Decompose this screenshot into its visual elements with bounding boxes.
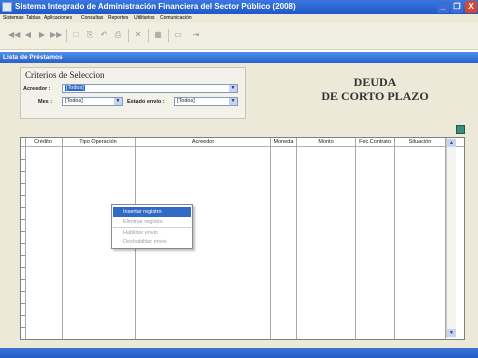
chevron-down-icon[interactable]: ▼ [114, 98, 122, 105]
menu-reportes[interactable]: Reportes [108, 14, 128, 23]
estado-envio-select[interactable]: [Todos] ▼ [174, 97, 238, 106]
menu-bar: Sistemas Tablas Aplicaciones Consultas R… [0, 14, 478, 23]
toolbar-separator [148, 29, 149, 42]
scroll-up-icon[interactable]: ▲ [447, 139, 456, 147]
table-scrollbar[interactable]: ▲ ▼ [446, 138, 456, 338]
delete-icon[interactable]: ✕ [132, 29, 144, 41]
scroll-down-icon[interactable]: ▼ [447, 329, 456, 337]
menu-aplicaciones[interactable]: Aplicaciones [44, 14, 72, 23]
toolbar-separator [128, 29, 129, 42]
estado-envio-value: [Todos] [177, 98, 195, 104]
restore-button[interactable]: ❐ [451, 1, 463, 13]
row-marker [21, 243, 25, 244]
row-marker [21, 195, 25, 196]
chevron-down-icon[interactable]: ▼ [229, 98, 237, 105]
toolbar: ◀◀ ◀ ▶ ▶▶ □ ⎘ ↶ ⎙ ✕ ▦ ▭ ⇥ [0, 23, 478, 50]
column-header-moneda[interactable]: Moneda [271, 138, 296, 147]
row-marker [21, 219, 25, 220]
heading-line-1: DEUDA [353, 75, 397, 89]
toolbar-separator [168, 29, 169, 42]
menu-tablas[interactable]: Tablas [26, 14, 40, 23]
copy-icon[interactable]: ⎘ [84, 29, 96, 41]
row-marker [21, 171, 25, 172]
column-header-tipo-operacion[interactable]: Tipo Operación [63, 138, 133, 147]
menu-item-insertar-registro[interactable]: Insertar registro [113, 207, 191, 217]
column-header-fec-contrato[interactable]: Fec.Contrato [356, 138, 394, 147]
acreedor-select[interactable]: [Todos] ▼ [62, 84, 238, 93]
row-marker [21, 159, 25, 160]
menu-consultas[interactable]: Consultas [81, 14, 103, 23]
row-marker [21, 315, 25, 316]
first-record-icon[interactable]: ◀◀ [8, 29, 20, 41]
grid-line [296, 138, 297, 339]
row-marker [21, 183, 25, 184]
row-marker [21, 231, 25, 232]
loans-table: Crédito Tipo Operación Acreedor Moneda M… [20, 137, 465, 340]
estado-envio-label: Estado envio : [127, 99, 165, 105]
menu-utilitarios[interactable]: Utilitarios [134, 14, 155, 23]
exit-icon[interactable]: ⇥ [190, 29, 202, 41]
row-marker [21, 279, 25, 280]
mes-value: [Todos] [65, 98, 83, 104]
criteria-title: Criterios de Seleccion [25, 70, 105, 80]
taskbar [0, 348, 478, 358]
form-title-bar: Lista de Préstamos [0, 52, 478, 63]
row-marker [21, 207, 25, 208]
row-marker [21, 291, 25, 292]
row-marker [21, 303, 25, 304]
menu-item-deshabilitar-envio[interactable]: Deshabilitar envio [113, 237, 191, 247]
row-marker [21, 255, 25, 256]
minimize-button[interactable]: _ [437, 1, 449, 13]
last-record-icon[interactable]: ▶▶ [50, 29, 62, 41]
acreedor-label: Acreedor : [23, 86, 51, 92]
chevron-down-icon[interactable]: ▼ [229, 85, 237, 92]
grid-line [355, 138, 356, 339]
save-icon[interactable]: ▦ [152, 29, 164, 41]
menu-sistemas[interactable]: Sistemas [3, 14, 24, 23]
print-icon[interactable]: ⎙ [112, 29, 124, 41]
heading-line-2: DE CORTO PLAZO [321, 89, 429, 103]
form-title: Lista de Préstamos [3, 54, 63, 61]
menu-item-eliminar-registro[interactable]: Eliminar registro [113, 217, 191, 227]
grid-line [25, 138, 26, 339]
row-marker [21, 267, 25, 268]
column-header-acreedor[interactable]: Acreedor [136, 138, 270, 147]
acreedor-value: [Todos] [65, 85, 85, 91]
grid-line [270, 138, 271, 339]
menu-comunicacion[interactable]: Comunicación [160, 14, 192, 23]
prev-record-icon[interactable]: ◀ [22, 29, 34, 41]
new-icon[interactable]: □ [70, 29, 82, 41]
close-button[interactable]: X [465, 1, 477, 13]
grid-line [394, 138, 395, 339]
row-marker [21, 327, 25, 328]
column-header-credito[interactable]: Crédito [26, 138, 60, 147]
mes-label: Mes : [38, 99, 53, 105]
toolbar-separator [66, 29, 67, 42]
column-header-monto[interactable]: Monto [297, 138, 355, 147]
close-form-icon[interactable]: ▭ [172, 29, 184, 41]
window-title-bar: Sistema Integrado de Administración Fina… [0, 0, 478, 14]
grid-line [62, 138, 63, 339]
mes-select[interactable]: [Todos] ▼ [62, 97, 123, 106]
menu-item-habilitar-envio[interactable]: Habilitar envio [113, 227, 191, 237]
undo-icon[interactable]: ↶ [98, 29, 110, 41]
window-title: Sistema Integrado de Administración Fina… [15, 2, 296, 11]
context-menu: Insertar registro Eliminar registro Habi… [111, 204, 193, 249]
app-icon [2, 2, 12, 12]
export-icon[interactable] [456, 125, 465, 134]
next-record-icon[interactable]: ▶ [36, 29, 48, 41]
table-header: Crédito Tipo Operación Acreedor Moneda M… [21, 138, 464, 147]
column-header-situacion[interactable]: Situación [395, 138, 445, 147]
